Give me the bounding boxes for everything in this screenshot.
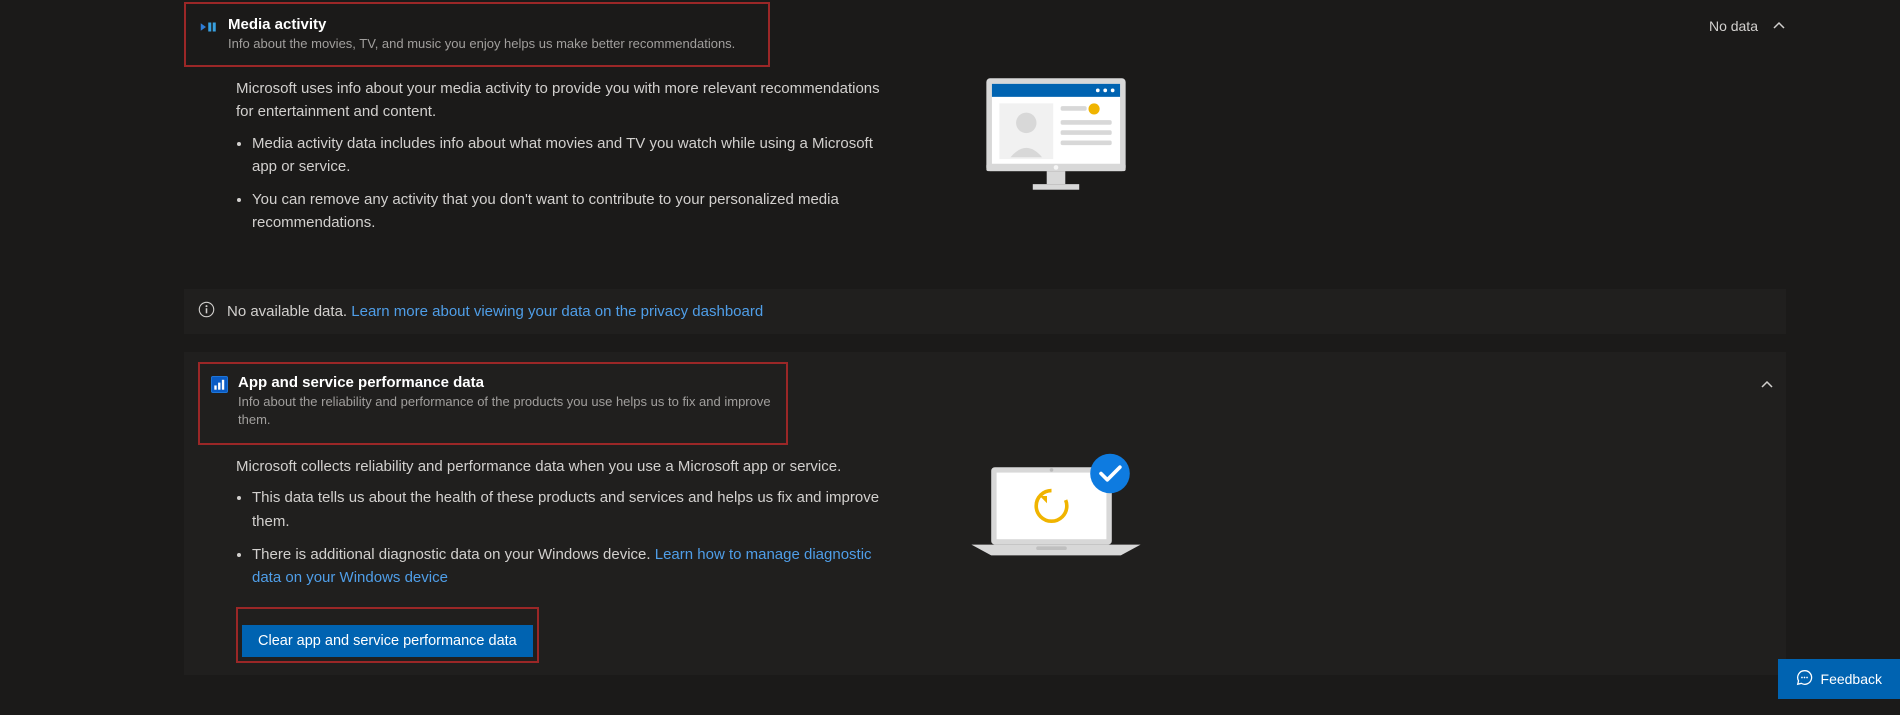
- media-intro-text: Microsoft uses info about your media act…: [236, 77, 886, 124]
- media-activity-header[interactable]: Media activity Info about the movies, TV…: [184, 2, 770, 67]
- monitor-illustration: [966, 69, 1146, 245]
- performance-section-header[interactable]: App and service performance data Info ab…: [184, 352, 1786, 445]
- chevron-up-icon[interactable]: [1772, 19, 1786, 33]
- chevron-up-icon[interactable]: [1760, 378, 1774, 392]
- media-section-title: Media activity: [228, 16, 754, 33]
- media-section-subtitle: Info about the movies, TV, and music you…: [228, 35, 754, 53]
- media-status-text: No data: [1709, 18, 1758, 34]
- laptop-illustration: [966, 447, 1146, 663]
- notif-prefix: No available data.: [227, 303, 347, 320]
- no-data-notification: No available data. Learn more about view…: [184, 289, 1786, 334]
- media-bullet-2: You can remove any activity that you don…: [252, 188, 886, 235]
- media-play-icon: [200, 18, 218, 36]
- info-icon: [198, 301, 215, 322]
- chat-bubble-icon: [1796, 669, 1813, 689]
- chart-bar-icon: [210, 376, 228, 394]
- learn-more-privacy-link[interactable]: Learn more about viewing your data on th…: [351, 303, 763, 320]
- perf-bullet-1: This data tells us about the health of t…: [252, 486, 886, 533]
- perf-intro-text: Microsoft collects reliability and perfo…: [236, 455, 886, 478]
- media-section-body: Microsoft uses info about your media act…: [184, 67, 1786, 253]
- feedback-label: Feedback: [1821, 671, 1882, 687]
- perf-section-body: Microsoft collects reliability and perfo…: [184, 445, 1786, 671]
- perf-section-subtitle: Info about the reliability and performan…: [238, 393, 776, 429]
- media-bullet-1: Media activity data includes info about …: [252, 132, 886, 179]
- feedback-button[interactable]: Feedback: [1778, 659, 1900, 699]
- perf-section-title: App and service performance data: [238, 374, 776, 391]
- clear-performance-data-button[interactable]: Clear app and service performance data: [242, 625, 533, 657]
- perf-bullet-2: There is additional diagnostic data on y…: [252, 546, 651, 563]
